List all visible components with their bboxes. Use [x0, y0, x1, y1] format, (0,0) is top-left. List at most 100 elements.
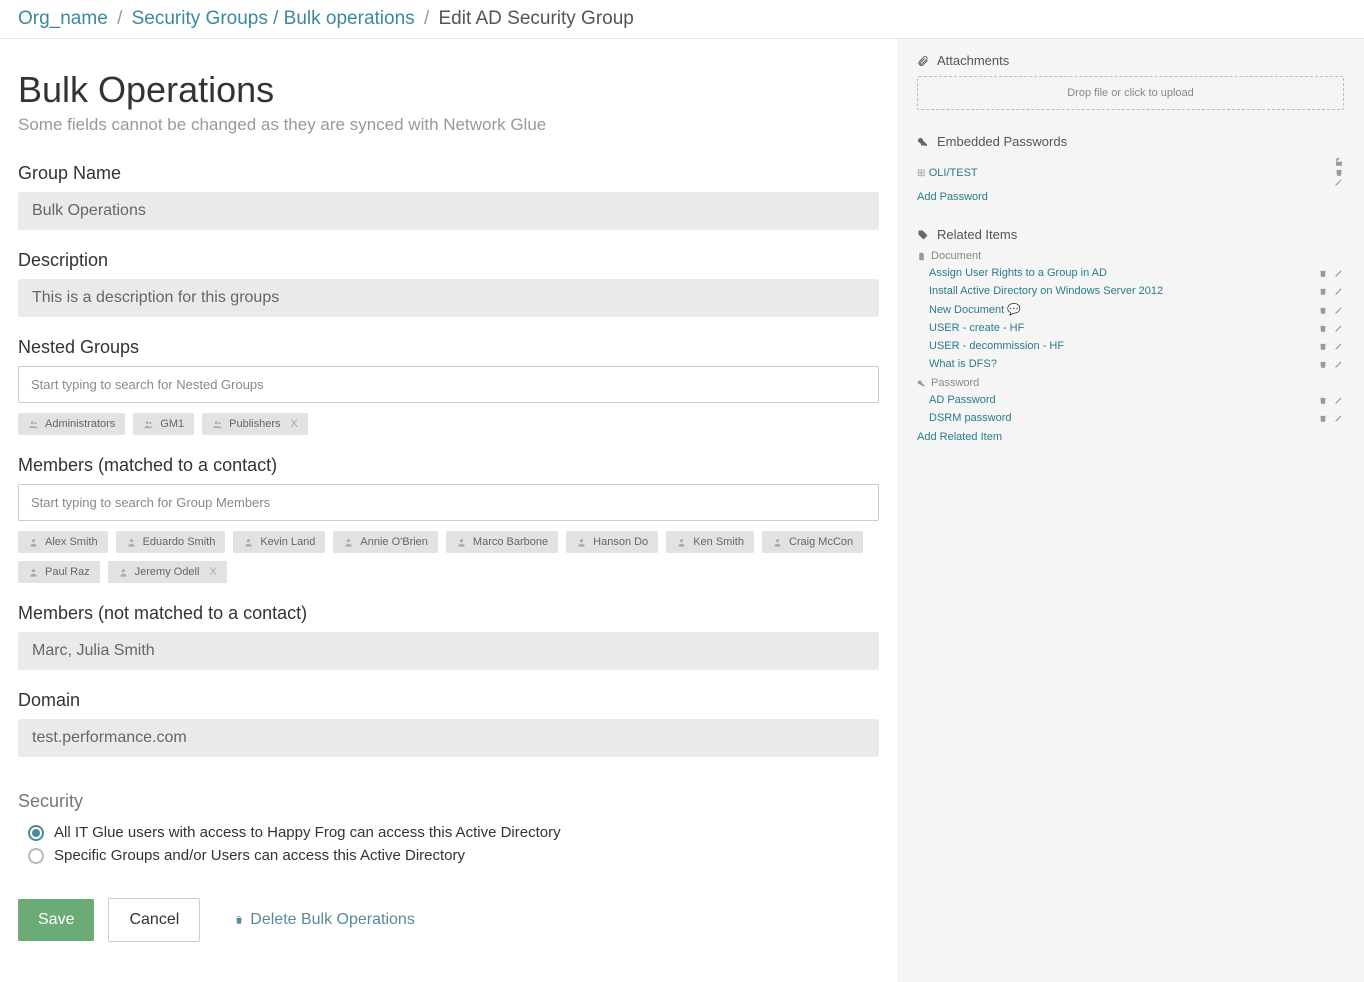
related-item: Install Active Directory on Windows Serv…: [917, 282, 1344, 300]
chip-remove-icon[interactable]: X: [291, 418, 298, 430]
paperclip-icon: [917, 55, 929, 67]
cancel-button[interactable]: Cancel: [108, 898, 200, 942]
related-password-label: Password: [917, 377, 1344, 389]
value-domain: test.performance.com: [18, 719, 879, 757]
pencil-icon[interactable]: [1334, 268, 1344, 278]
comment-icon: 💬: [1007, 304, 1021, 316]
trash-icon[interactable]: [1318, 341, 1328, 351]
password-link[interactable]: OLI/TEST: [929, 165, 978, 181]
chip-label: Ken Smith: [693, 536, 744, 548]
pencil-icon[interactable]: [1334, 286, 1344, 296]
related-link[interactable]: DSRM password: [929, 410, 1012, 426]
chip[interactable]: Ken Smith: [666, 531, 754, 553]
related-link[interactable]: Assign User Rights to a Group in AD: [929, 265, 1107, 281]
trash-icon[interactable]: [1318, 305, 1328, 315]
chip-label: Publishers: [229, 418, 280, 430]
add-password-link[interactable]: Add Password: [917, 191, 988, 203]
label-nested-groups: Nested Groups: [18, 337, 879, 358]
person-icon: [126, 537, 137, 548]
chip-label: Kevin Land: [260, 536, 315, 548]
search-members[interactable]: Start typing to search for Group Members: [18, 484, 879, 521]
related-link[interactable]: New Document 💬: [929, 301, 1021, 318]
person-icon: [28, 537, 39, 548]
chip-label: Hanson Do: [593, 536, 648, 548]
chip[interactable]: Jeremy Odell X: [108, 561, 227, 583]
plus-square-icon[interactable]: ⊞: [917, 168, 925, 179]
related-document-label: Document: [917, 250, 1344, 262]
nested-groups-chips: Administrators GM1 Publishers X: [18, 413, 879, 435]
breadcrumb-security-groups[interactable]: Security Groups / Bulk operations: [132, 8, 415, 29]
radio-unchecked-icon: [28, 848, 44, 864]
pencil-icon[interactable]: [1334, 323, 1344, 333]
related-link[interactable]: USER - decommission - HF: [929, 338, 1064, 354]
trash-icon[interactable]: [1318, 286, 1328, 296]
related-link[interactable]: AD Password: [929, 392, 996, 408]
chip[interactable]: Paul Raz: [18, 561, 100, 583]
attachments-heading: Attachments: [917, 53, 1344, 68]
main-form: Bulk Operations Some fields cannot be ch…: [0, 39, 897, 982]
pencil-icon[interactable]: [1334, 177, 1344, 187]
search-nested-groups[interactable]: Start typing to search for Nested Groups: [18, 366, 879, 403]
value-group-name: Bulk Operations: [18, 192, 879, 230]
chip-label: Marco Barbone: [473, 536, 548, 548]
chip-label: Annie O'Brien: [360, 536, 428, 548]
breadcrumb-org[interactable]: Org_name: [18, 8, 108, 29]
add-related-link[interactable]: Add Related Item: [917, 431, 1002, 443]
passwords-heading: Embedded Passwords: [917, 134, 1344, 149]
chip-label: GM1: [160, 418, 184, 430]
page-title: Bulk Operations: [18, 69, 879, 111]
chip[interactable]: Hanson Do: [566, 531, 658, 553]
pencil-icon[interactable]: [1334, 395, 1344, 405]
chip[interactable]: GM1: [133, 413, 194, 435]
related-item: What is DFS?: [917, 355, 1344, 373]
security-heading: Security: [18, 791, 879, 812]
chip[interactable]: Annie O'Brien: [333, 531, 438, 553]
chip[interactable]: Administrators: [18, 413, 125, 435]
related-link[interactable]: Install Active Directory on Windows Serv…: [929, 283, 1163, 299]
security-option-specific[interactable]: Specific Groups and/or Users can access …: [18, 847, 879, 864]
person-icon: [243, 537, 254, 548]
chip[interactable]: Marco Barbone: [446, 531, 558, 553]
trash-icon[interactable]: [1318, 395, 1328, 405]
page-subtitle: Some fields cannot be changed as they ar…: [18, 115, 879, 135]
pencil-icon[interactable]: [1334, 413, 1344, 423]
related-item: DSRM password: [917, 409, 1344, 427]
pencil-icon[interactable]: [1334, 341, 1344, 351]
person-icon: [676, 537, 687, 548]
trash-icon[interactable]: [1318, 413, 1328, 423]
chip[interactable]: Kevin Land: [233, 531, 325, 553]
pencil-icon[interactable]: [1334, 359, 1344, 369]
breadcrumb-sep: /: [424, 8, 429, 29]
group-icon: [143, 419, 154, 430]
label-domain: Domain: [18, 690, 879, 711]
breadcrumb: Org_name / Security Groups / Bulk operat…: [0, 0, 1364, 39]
chip[interactable]: Publishers X: [202, 413, 308, 435]
trash-icon[interactable]: [1318, 359, 1328, 369]
chip[interactable]: Eduardo Smith: [116, 531, 226, 553]
chip[interactable]: Alex Smith: [18, 531, 108, 553]
attachments-dropzone[interactable]: Drop file or click to upload: [917, 76, 1344, 110]
trash-icon[interactable]: [1318, 323, 1328, 333]
save-button[interactable]: Save: [18, 899, 94, 941]
document-icon: [917, 252, 926, 261]
person-icon: [28, 567, 39, 578]
chip-remove-icon[interactable]: X: [209, 566, 216, 578]
group-icon: [28, 419, 39, 430]
members-chips: Alex Smith Eduardo Smith Kevin Land Annie O…: [18, 531, 879, 583]
trash-icon[interactable]: [1318, 268, 1328, 278]
related-link[interactable]: What is DFS?: [929, 356, 997, 372]
unlock-icon[interactable]: [1334, 157, 1344, 167]
trash-icon: [234, 915, 244, 925]
trash-icon[interactable]: [1334, 167, 1344, 177]
chip-label: Jeremy Odell: [135, 566, 200, 578]
person-icon: [576, 537, 587, 548]
chip[interactable]: Craig McCon: [762, 531, 863, 553]
security-option-all[interactable]: All IT Glue users with access to Happy F…: [18, 824, 879, 841]
chip-label: Alex Smith: [45, 536, 98, 548]
related-item: USER - create - HF: [917, 319, 1344, 337]
related-item: AD Password: [917, 391, 1344, 409]
related-link[interactable]: USER - create - HF: [929, 320, 1024, 336]
pencil-icon[interactable]: [1334, 305, 1344, 315]
person-icon: [343, 537, 354, 548]
label-description: Description: [18, 250, 879, 271]
